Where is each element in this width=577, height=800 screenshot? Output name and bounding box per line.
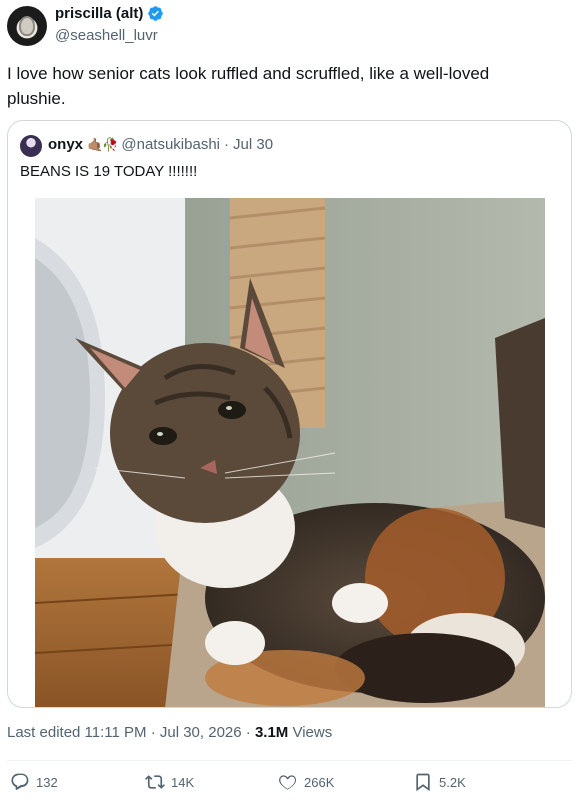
seashell-icon bbox=[19, 16, 35, 36]
repost-icon bbox=[145, 775, 165, 789]
quoted-author-emoji: 🤙🏽🥀 bbox=[87, 136, 118, 152]
quoted-tweet-header: onyx 🤙🏽🥀 @natsukibashi · Jul 30 bbox=[48, 136, 273, 153]
bookmark-count: 5.2K bbox=[439, 774, 466, 790]
like-button[interactable]: 266K bbox=[278, 772, 334, 792]
views-label: Views bbox=[288, 724, 333, 741]
author-display-name[interactable]: priscilla (alt) bbox=[55, 5, 143, 22]
tweet-text: I love how senior cats look ruffled and … bbox=[7, 64, 490, 108]
like-count: 266K bbox=[304, 774, 335, 790]
quoted-tweet-text: BEANS IS 19 TODAY !!!!!!! bbox=[20, 163, 198, 180]
reply-icon bbox=[11, 773, 29, 790]
action-divider bbox=[7, 760, 572, 761]
quoted-tweet-card[interactable]: onyx 🤙🏽🥀 @natsukibashi · Jul 30 BEANS IS… bbox=[7, 120, 572, 708]
bookmark-icon bbox=[416, 773, 430, 792]
edited-timestamp[interactable]: Last edited 11:11 PM · Jul 30, 2026 · bbox=[7, 724, 255, 741]
author-avatar[interactable] bbox=[7, 6, 47, 46]
author-handle[interactable]: @seashell_luvr bbox=[55, 27, 158, 44]
action-bar: 132 14K 266K 5.2K bbox=[0, 772, 577, 798]
heart-icon bbox=[279, 775, 297, 790]
author-name-row[interactable]: priscilla (alt) bbox=[55, 5, 164, 22]
quoted-author-avatar[interactable] bbox=[20, 135, 42, 157]
repost-count: 14K bbox=[171, 774, 195, 790]
bookmark-button[interactable]: 5.2K bbox=[413, 772, 466, 792]
quoted-author-name[interactable]: onyx bbox=[48, 136, 83, 153]
reply-button[interactable]: 132 bbox=[10, 772, 58, 792]
verified-badge-icon bbox=[148, 6, 164, 21]
views-count: 3.1M bbox=[254, 724, 289, 741]
tweet-stats: Last edited 11:11 PM · Jul 30, 2026 · 3.… bbox=[7, 724, 332, 741]
repost-button[interactable]: 14K bbox=[145, 772, 194, 792]
cat-photo-illustration bbox=[35, 198, 545, 707]
cat-photo[interactable] bbox=[35, 198, 545, 707]
quoted-author-handle[interactable]: @natsukibashi bbox=[121, 136, 220, 153]
reply-count: 132 bbox=[36, 774, 58, 790]
quoted-separator: · bbox=[224, 136, 230, 153]
quoted-date[interactable]: Jul 30 bbox=[233, 136, 273, 153]
